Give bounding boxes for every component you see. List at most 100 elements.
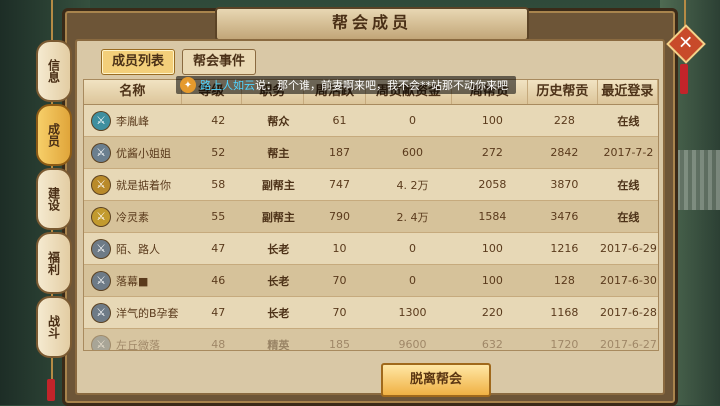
- member-last-login: 2017-6-28: [599, 306, 657, 319]
- table-body: ⚔ 李胤峰 42 帮众 61 0 100 228 在线 ⚔ 优酱小姐姐 52 帮主 187 600 272 28…: [84, 105, 658, 351]
- class-icon: ⚔: [92, 271, 110, 290]
- member-name: 就是掂着你: [116, 178, 171, 192]
- member-name-cell: ⚔ 李胤峰: [84, 111, 189, 130]
- close-icon: ✕: [678, 33, 694, 54]
- tab-guild-events[interactable]: 帮会事件: [182, 49, 257, 75]
- member-history-contrib: 228: [553, 114, 575, 127]
- class-icon: ⚔: [92, 335, 110, 350]
- member-weekly-contrib: 632: [481, 338, 503, 351]
- member-weekly-activity: 70: [332, 306, 347, 319]
- member-role: 副帮主: [261, 210, 295, 224]
- class-icon: ⚔: [92, 303, 110, 322]
- guild-members-panel: 帮会成员 成员列表 帮会事件 名称 等级 职务 周活跃 周贡献资金 周帮贡 历史…: [62, 7, 678, 406]
- broadcast-sender[interactable]: 路上人如云: [200, 77, 255, 93]
- member-name-cell: ⚔ 左丘微落: [84, 335, 189, 351]
- member-weekly-fund: 0: [408, 242, 416, 255]
- member-role: 帮众: [267, 114, 290, 128]
- member-name-cell: ⚔ 优酱小姐姐: [84, 143, 189, 162]
- side-tab-info[interactable]: 信息: [36, 40, 72, 102]
- member-name: 冷灵素: [116, 210, 149, 224]
- member-role: 长老: [267, 306, 290, 320]
- member-weekly-contrib: 1584: [478, 210, 507, 223]
- table-row[interactable]: ⚔ 优酱小姐姐 52 帮主 187 600 272 2842 2017-7-2: [84, 137, 658, 169]
- member-role: 精英: [267, 338, 290, 351]
- member-weekly-contrib: 272: [481, 146, 503, 159]
- member-weekly-fund: 9600: [398, 338, 427, 351]
- member-weekly-activity: 61: [332, 114, 347, 127]
- member-level: 48: [211, 338, 226, 351]
- member-level: 46: [211, 274, 226, 287]
- member-weekly-fund: 0: [408, 114, 416, 127]
- member-role: 长老: [267, 274, 290, 288]
- class-icon: ⚔: [92, 175, 110, 194]
- member-name-cell: ⚔ 就是掂着你: [84, 175, 189, 194]
- member-weekly-fund: 4. 2万: [396, 178, 429, 192]
- member-name: 陌、路人: [116, 242, 160, 256]
- close-tassel: [680, 64, 688, 94]
- member-history-contrib: 1720: [550, 338, 579, 351]
- table-row[interactable]: ⚔ 冷灵素 55 副帮主 790 2. 4万 1584 3476 在线: [84, 201, 658, 233]
- broadcast-text: 说：那个谁，前妻啊来吧，我不会**站那不动你来吧: [255, 79, 508, 92]
- member-weekly-contrib: 220: [481, 306, 503, 319]
- member-name: 李胤峰: [116, 114, 149, 128]
- table-row[interactable]: ⚔ 落幕■ 46 长老 70 0 100 128 2017-6-30: [84, 265, 658, 297]
- member-history-contrib: 3870: [550, 178, 579, 191]
- member-name-cell: ⚔ 陌、路人: [84, 239, 189, 258]
- member-last-login: 在线: [617, 210, 640, 224]
- member-name: 优酱小姐姐: [116, 146, 171, 160]
- member-name-cell: ⚔ 冷灵素: [84, 207, 189, 226]
- class-icon: ⚔: [92, 207, 110, 226]
- member-weekly-activity: 70: [332, 274, 347, 287]
- side-tab-label: 战斗: [46, 315, 61, 339]
- side-tab-members[interactable]: 成员: [36, 104, 72, 166]
- side-tab-build[interactable]: 建设: [36, 168, 72, 230]
- member-weekly-fund: 600: [401, 146, 423, 159]
- member-level: 47: [211, 242, 226, 255]
- member-name: 洋气的B孕套: [116, 306, 179, 320]
- member-level: 42: [211, 114, 226, 127]
- side-tab-battle[interactable]: 战斗: [36, 296, 72, 358]
- members-table: 名称 等级 职务 周活跃 周贡献资金 周帮贡 历史帮贡 最近登录 ⚔李胤峰42帮…: [83, 79, 659, 351]
- member-name: 左丘微落: [116, 338, 160, 351]
- member-level: 52: [211, 146, 226, 159]
- member-role: 长老: [267, 242, 290, 256]
- member-last-login: 2017-6-29: [599, 242, 657, 255]
- class-icon: ⚔: [92, 239, 110, 258]
- member-weekly-activity: 747: [329, 178, 350, 191]
- member-role: 帮主: [267, 146, 290, 160]
- member-last-login: 2017-6-30: [599, 274, 657, 287]
- broadcast-message: ✦ 路上人如云 说：那个谁，前妻啊来吧，我不会**站那不动你来吧: [176, 76, 516, 94]
- side-tab-welfare[interactable]: 福利: [36, 232, 72, 294]
- header-last-login[interactable]: 最近登录: [598, 80, 658, 104]
- side-tab-label: 信息: [46, 59, 61, 83]
- member-history-contrib: 1168: [550, 306, 579, 319]
- member-history-contrib: 1216: [550, 242, 579, 255]
- member-level: 58: [211, 178, 226, 191]
- header-history-contrib[interactable]: 历史帮贡: [528, 80, 598, 104]
- member-history-contrib: 2842: [550, 146, 579, 159]
- side-tassel: [47, 379, 55, 401]
- table-row[interactable]: ⚔ 左丘微落 48 精英 185 9600 632 1720 2017-6-27: [84, 329, 658, 351]
- member-weekly-contrib: 100: [481, 114, 503, 127]
- side-tab-label: 建设: [46, 187, 61, 211]
- member-level: 47: [211, 306, 226, 319]
- member-weekly-fund: 2. 4万: [396, 210, 429, 224]
- tab-member-list[interactable]: 成员列表: [101, 49, 176, 75]
- member-weekly-activity: 10: [332, 242, 347, 255]
- member-history-contrib: 128: [553, 274, 575, 287]
- member-weekly-contrib: 100: [481, 274, 503, 287]
- member-history-contrib: 3476: [550, 210, 579, 223]
- class-icon: ⚔: [92, 111, 110, 130]
- megaphone-icon: ✦: [180, 77, 196, 93]
- member-weekly-fund: 1300: [398, 306, 427, 319]
- leave-guild-button[interactable]: 脱离帮会: [381, 363, 491, 397]
- table-row[interactable]: ⚔ 陌、路人 47 长老 10 0 100 1216 2017-6-29: [84, 233, 658, 265]
- table-row[interactable]: ⚔ 就是掂着你 58 副帮主 747 4. 2万 2058 3870 在线: [84, 169, 658, 201]
- member-weekly-activity: 185: [329, 338, 350, 351]
- table-row[interactable]: ⚔ 洋气的B孕套 47 长老 70 1300 220 1168 2017-6-28: [84, 297, 658, 329]
- table-row[interactable]: ⚔ 李胤峰 42 帮众 61 0 100 228 在线: [84, 105, 658, 137]
- side-tab-label: 成员: [46, 123, 61, 147]
- member-level: 55: [211, 210, 226, 223]
- member-weekly-contrib: 2058: [478, 178, 507, 191]
- header-name[interactable]: 名称: [84, 80, 182, 104]
